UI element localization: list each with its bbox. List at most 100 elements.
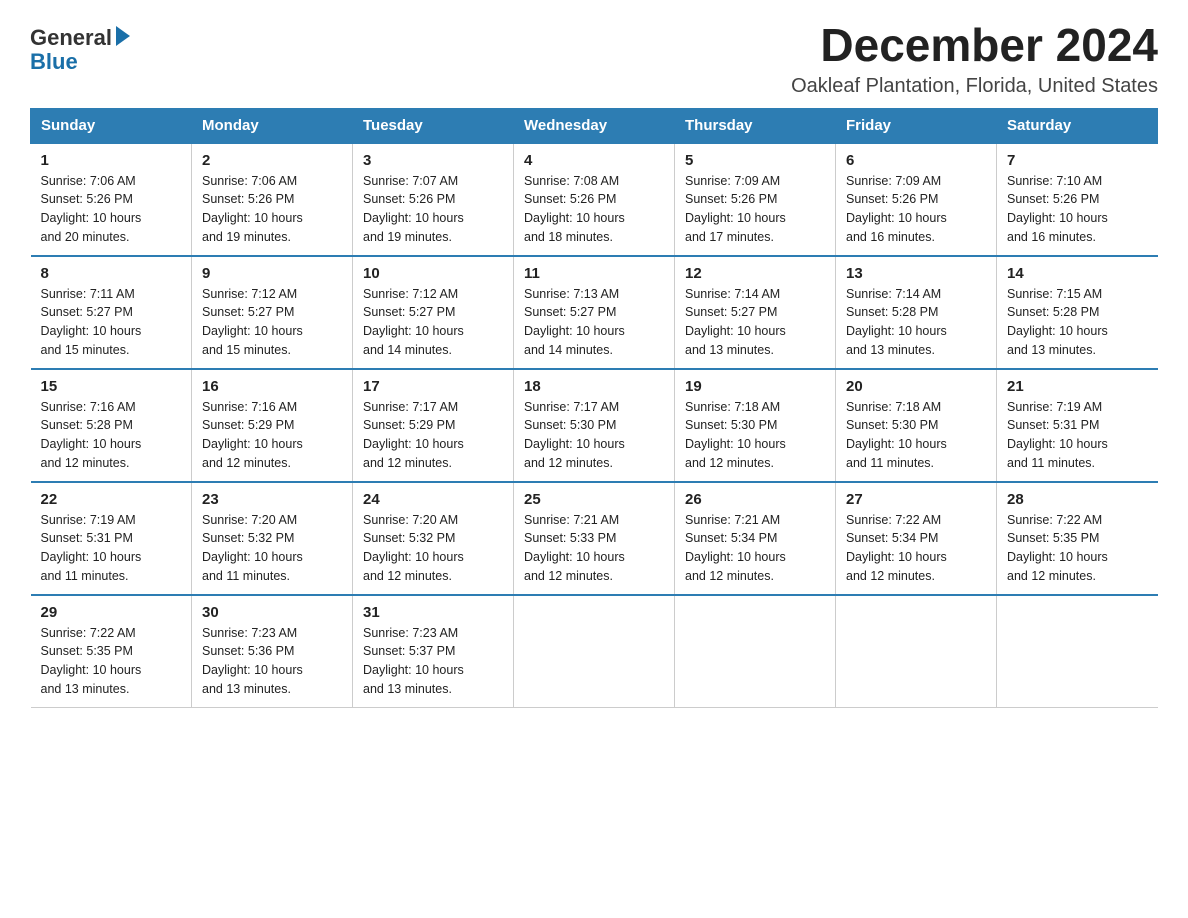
day-number: 16 <box>202 378 342 395</box>
day-info: Sunrise: 7:15 AM Sunset: 5:28 PM Dayligh… <box>1007 285 1148 360</box>
day-info: Sunrise: 7:08 AM Sunset: 5:26 PM Dayligh… <box>524 172 664 247</box>
day-info: Sunrise: 7:17 AM Sunset: 5:30 PM Dayligh… <box>524 398 664 473</box>
logo-general-text: General <box>30 25 112 51</box>
calendar-cell: 25 Sunrise: 7:21 AM Sunset: 5:33 PM Dayl… <box>514 482 675 595</box>
day-info: Sunrise: 7:23 AM Sunset: 5:37 PM Dayligh… <box>363 624 503 699</box>
day-info: Sunrise: 7:07 AM Sunset: 5:26 PM Dayligh… <box>363 172 503 247</box>
day-info: Sunrise: 7:18 AM Sunset: 5:30 PM Dayligh… <box>685 398 825 473</box>
day-number: 10 <box>363 265 503 282</box>
calendar-cell <box>675 595 836 708</box>
day-info: Sunrise: 7:17 AM Sunset: 5:29 PM Dayligh… <box>363 398 503 473</box>
day-info: Sunrise: 7:14 AM Sunset: 5:27 PM Dayligh… <box>685 285 825 360</box>
day-info: Sunrise: 7:19 AM Sunset: 5:31 PM Dayligh… <box>1007 398 1148 473</box>
day-number: 7 <box>1007 152 1148 169</box>
day-number: 26 <box>685 491 825 508</box>
day-number: 12 <box>685 265 825 282</box>
calendar-table: SundayMondayTuesdayWednesdayThursdayFrid… <box>30 108 1158 708</box>
calendar-cell: 16 Sunrise: 7:16 AM Sunset: 5:29 PM Dayl… <box>192 369 353 482</box>
calendar-cell: 19 Sunrise: 7:18 AM Sunset: 5:30 PM Dayl… <box>675 369 836 482</box>
day-number: 1 <box>41 152 182 169</box>
day-info: Sunrise: 7:06 AM Sunset: 5:26 PM Dayligh… <box>202 172 342 247</box>
day-info: Sunrise: 7:16 AM Sunset: 5:29 PM Dayligh… <box>202 398 342 473</box>
day-number: 23 <box>202 491 342 508</box>
day-info: Sunrise: 7:12 AM Sunset: 5:27 PM Dayligh… <box>202 285 342 360</box>
day-number: 21 <box>1007 378 1148 395</box>
day-number: 2 <box>202 152 342 169</box>
calendar-cell: 13 Sunrise: 7:14 AM Sunset: 5:28 PM Dayl… <box>836 256 997 369</box>
page-title: December 2024 <box>791 20 1158 71</box>
day-info: Sunrise: 7:12 AM Sunset: 5:27 PM Dayligh… <box>363 285 503 360</box>
day-info: Sunrise: 7:22 AM Sunset: 5:35 PM Dayligh… <box>1007 511 1148 586</box>
day-info: Sunrise: 7:20 AM Sunset: 5:32 PM Dayligh… <box>202 511 342 586</box>
page-header: General Blue December 2024 Oakleaf Plant… <box>30 20 1158 98</box>
day-number: 11 <box>524 265 664 282</box>
day-number: 28 <box>1007 491 1148 508</box>
header-day-saturday: Saturday <box>997 108 1158 143</box>
day-number: 15 <box>41 378 182 395</box>
calendar-cell: 6 Sunrise: 7:09 AM Sunset: 5:26 PM Dayli… <box>836 143 997 256</box>
day-info: Sunrise: 7:22 AM Sunset: 5:35 PM Dayligh… <box>41 624 182 699</box>
day-number: 31 <box>363 604 503 621</box>
calendar-cell: 28 Sunrise: 7:22 AM Sunset: 5:35 PM Dayl… <box>997 482 1158 595</box>
day-info: Sunrise: 7:06 AM Sunset: 5:26 PM Dayligh… <box>41 172 182 247</box>
day-number: 4 <box>524 152 664 169</box>
header-row: SundayMondayTuesdayWednesdayThursdayFrid… <box>31 108 1158 143</box>
day-info: Sunrise: 7:23 AM Sunset: 5:36 PM Dayligh… <box>202 624 342 699</box>
calendar-cell: 30 Sunrise: 7:23 AM Sunset: 5:36 PM Dayl… <box>192 595 353 708</box>
day-info: Sunrise: 7:09 AM Sunset: 5:26 PM Dayligh… <box>685 172 825 247</box>
day-info: Sunrise: 7:22 AM Sunset: 5:34 PM Dayligh… <box>846 511 986 586</box>
calendar-cell: 7 Sunrise: 7:10 AM Sunset: 5:26 PM Dayli… <box>997 143 1158 256</box>
day-info: Sunrise: 7:20 AM Sunset: 5:32 PM Dayligh… <box>363 511 503 586</box>
calendar-cell <box>997 595 1158 708</box>
calendar-cell: 29 Sunrise: 7:22 AM Sunset: 5:35 PM Dayl… <box>31 595 192 708</box>
calendar-cell: 9 Sunrise: 7:12 AM Sunset: 5:27 PM Dayli… <box>192 256 353 369</box>
day-number: 18 <box>524 378 664 395</box>
day-info: Sunrise: 7:13 AM Sunset: 5:27 PM Dayligh… <box>524 285 664 360</box>
calendar-cell: 18 Sunrise: 7:17 AM Sunset: 5:30 PM Dayl… <box>514 369 675 482</box>
day-info: Sunrise: 7:21 AM Sunset: 5:34 PM Dayligh… <box>685 511 825 586</box>
calendar-cell: 1 Sunrise: 7:06 AM Sunset: 5:26 PM Dayli… <box>31 143 192 256</box>
day-number: 17 <box>363 378 503 395</box>
calendar-cell: 20 Sunrise: 7:18 AM Sunset: 5:30 PM Dayl… <box>836 369 997 482</box>
calendar-cell <box>514 595 675 708</box>
calendar-week-5: 29 Sunrise: 7:22 AM Sunset: 5:35 PM Dayl… <box>31 595 1158 708</box>
header-day-tuesday: Tuesday <box>353 108 514 143</box>
day-info: Sunrise: 7:14 AM Sunset: 5:28 PM Dayligh… <box>846 285 986 360</box>
day-info: Sunrise: 7:11 AM Sunset: 5:27 PM Dayligh… <box>41 285 182 360</box>
calendar-cell: 23 Sunrise: 7:20 AM Sunset: 5:32 PM Dayl… <box>192 482 353 595</box>
calendar-cell: 10 Sunrise: 7:12 AM Sunset: 5:27 PM Dayl… <box>353 256 514 369</box>
day-number: 25 <box>524 491 664 508</box>
day-number: 13 <box>846 265 986 282</box>
day-number: 3 <box>363 152 503 169</box>
header-day-wednesday: Wednesday <box>514 108 675 143</box>
calendar-week-1: 1 Sunrise: 7:06 AM Sunset: 5:26 PM Dayli… <box>31 143 1158 256</box>
header-day-thursday: Thursday <box>675 108 836 143</box>
calendar-cell: 31 Sunrise: 7:23 AM Sunset: 5:37 PM Dayl… <box>353 595 514 708</box>
calendar-cell: 12 Sunrise: 7:14 AM Sunset: 5:27 PM Dayl… <box>675 256 836 369</box>
day-number: 8 <box>41 265 182 282</box>
calendar-cell: 8 Sunrise: 7:11 AM Sunset: 5:27 PM Dayli… <box>31 256 192 369</box>
calendar-cell: 22 Sunrise: 7:19 AM Sunset: 5:31 PM Dayl… <box>31 482 192 595</box>
title-area: December 2024 Oakleaf Plantation, Florid… <box>791 20 1158 98</box>
calendar-cell: 4 Sunrise: 7:08 AM Sunset: 5:26 PM Dayli… <box>514 143 675 256</box>
calendar-cell: 21 Sunrise: 7:19 AM Sunset: 5:31 PM Dayl… <box>997 369 1158 482</box>
calendar-week-4: 22 Sunrise: 7:19 AM Sunset: 5:31 PM Dayl… <box>31 482 1158 595</box>
day-number: 14 <box>1007 265 1148 282</box>
day-number: 24 <box>363 491 503 508</box>
calendar-header: SundayMondayTuesdayWednesdayThursdayFrid… <box>31 108 1158 143</box>
calendar-cell <box>836 595 997 708</box>
day-info: Sunrise: 7:18 AM Sunset: 5:30 PM Dayligh… <box>846 398 986 473</box>
calendar-cell: 17 Sunrise: 7:17 AM Sunset: 5:29 PM Dayl… <box>353 369 514 482</box>
header-day-sunday: Sunday <box>31 108 192 143</box>
day-number: 30 <box>202 604 342 621</box>
calendar-cell: 15 Sunrise: 7:16 AM Sunset: 5:28 PM Dayl… <box>31 369 192 482</box>
calendar-week-2: 8 Sunrise: 7:11 AM Sunset: 5:27 PM Dayli… <box>31 256 1158 369</box>
day-number: 6 <box>846 152 986 169</box>
day-number: 27 <box>846 491 986 508</box>
day-number: 5 <box>685 152 825 169</box>
day-number: 20 <box>846 378 986 395</box>
day-info: Sunrise: 7:19 AM Sunset: 5:31 PM Dayligh… <box>41 511 182 586</box>
calendar-cell: 3 Sunrise: 7:07 AM Sunset: 5:26 PM Dayli… <box>353 143 514 256</box>
logo-arrow-icon <box>116 26 130 46</box>
calendar-cell: 5 Sunrise: 7:09 AM Sunset: 5:26 PM Dayli… <box>675 143 836 256</box>
